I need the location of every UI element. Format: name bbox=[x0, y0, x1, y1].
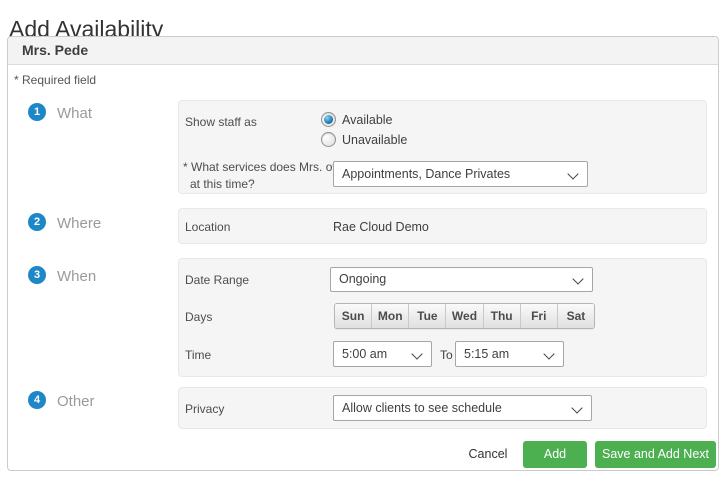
day-button-mon[interactable]: Mon bbox=[371, 304, 409, 328]
privacy-select[interactable]: Allow clients to see schedule bbox=[333, 395, 592, 421]
radio-unavailable[interactable] bbox=[321, 132, 336, 147]
required-note: * Required field bbox=[14, 73, 97, 87]
cancel-button[interactable]: Cancel bbox=[458, 441, 518, 468]
date-range-label: Date Range bbox=[185, 273, 250, 287]
day-button-thu[interactable]: Thu bbox=[482, 304, 520, 328]
add-button[interactable]: Add bbox=[523, 441, 587, 468]
services-question-line2: at this time? bbox=[190, 177, 255, 191]
when-fieldset: Date Range Ongoing Days Sun Mon Tue Wed … bbox=[178, 258, 707, 377]
radio-available-label[interactable]: Available bbox=[342, 113, 393, 127]
time-end-select[interactable]: 5:15 am bbox=[455, 341, 564, 367]
services-select[interactable]: Appointments, Dance Privates bbox=[333, 161, 588, 187]
privacy-label: Privacy bbox=[185, 402, 225, 416]
privacy-select-value: Allow clients to see schedule bbox=[342, 401, 502, 415]
day-button-sat[interactable]: Sat bbox=[556, 304, 594, 328]
day-button-wed[interactable]: Wed bbox=[445, 304, 483, 328]
day-button-sun[interactable]: Sun bbox=[335, 304, 372, 328]
services-question-line1: * What services does Mrs. offer bbox=[183, 160, 350, 174]
section-1-badge: 1 bbox=[28, 103, 46, 121]
radio-unavailable-label[interactable]: Unavailable bbox=[342, 133, 407, 147]
save-and-add-next-button[interactable]: Save and Add Next bbox=[595, 441, 716, 468]
day-button-tue[interactable]: Tue bbox=[408, 304, 446, 328]
section-label-where: Where bbox=[57, 215, 102, 232]
date-range-select-value: Ongoing bbox=[339, 272, 387, 286]
section-label-what: What bbox=[57, 105, 93, 122]
date-range-select[interactable]: Ongoing bbox=[330, 267, 593, 292]
location-value: Rae Cloud Demo bbox=[333, 220, 429, 234]
time-to-label: To bbox=[440, 348, 453, 362]
day-button-fri[interactable]: Fri bbox=[519, 304, 557, 328]
time-start-select[interactable]: 5:00 am bbox=[333, 341, 432, 367]
other-fieldset: Privacy Allow clients to see schedule bbox=[178, 387, 707, 429]
radio-available[interactable] bbox=[321, 112, 336, 127]
panel-header: Mrs. Pede bbox=[8, 37, 718, 65]
services-select-value: Appointments, Dance Privates bbox=[342, 167, 511, 181]
section-label-other: Other bbox=[57, 393, 95, 410]
section-label-when: When bbox=[57, 268, 97, 285]
section-4-badge: 4 bbox=[28, 391, 46, 409]
days-label: Days bbox=[185, 310, 213, 324]
days-button-group: Sun Mon Tue Wed Thu Fri Sat bbox=[334, 303, 595, 329]
where-fieldset: Location Rae Cloud Demo bbox=[178, 208, 707, 244]
show-staff-as-label: Show staff as bbox=[185, 115, 257, 129]
location-label: Location bbox=[185, 220, 231, 234]
add-availability-panel: Mrs. Pede * Required field 1 What 2 Wher… bbox=[7, 36, 719, 471]
staff-name: Mrs. Pede bbox=[22, 42, 89, 58]
section-2-badge: 2 bbox=[28, 213, 46, 231]
what-fieldset: Show staff as Available Unavailable * Wh… bbox=[178, 100, 707, 194]
time-label: Time bbox=[185, 348, 212, 362]
section-3-badge: 3 bbox=[28, 266, 46, 284]
